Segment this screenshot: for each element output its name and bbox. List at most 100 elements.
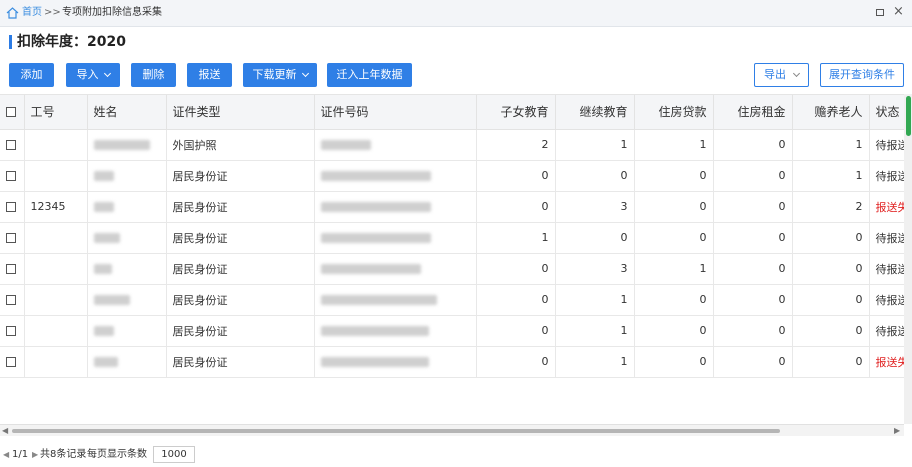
deduction-count: 0 <box>541 262 549 275</box>
table-row[interactable]: 居民身份证 0 1 0 0 0 待报送 <box>0 315 905 347</box>
deduction-count: 0 <box>778 200 786 213</box>
id-type: 居民身份证 <box>172 324 228 338</box>
deduction-count: 0 <box>778 355 786 368</box>
submit-button-label: 报送 <box>198 68 221 81</box>
page-title: 扣除年度：2020 <box>17 34 126 50</box>
id-type: 居民身份证 <box>172 169 228 183</box>
expand-query-button[interactable]: 展开查询条件 <box>820 63 904 87</box>
table-row[interactable]: 居民身份证 0 3 1 0 0 待报送 <box>0 253 905 285</box>
next-page-icon[interactable]: ▶ <box>32 446 38 464</box>
deduction-count: 1 <box>699 138 707 151</box>
deduction-count: 0 <box>855 324 863 337</box>
redacted-name <box>93 326 114 336</box>
column-header[interactable]: 证件号码 <box>314 95 477 130</box>
table-row[interactable]: 12345 居民身份证 0 3 0 0 2 报送失败 <box>0 191 905 223</box>
per-page-input[interactable]: 1000 <box>153 446 195 463</box>
chevron-down-icon <box>301 69 309 78</box>
deduction-count: 0 <box>778 169 786 182</box>
select-all-checkbox[interactable] <box>6 107 16 118</box>
deduction-count: 0 <box>855 262 863 275</box>
submit-button[interactable]: 报送 <box>187 63 232 87</box>
column-header[interactable]: 住房贷款 <box>634 95 714 130</box>
horizontal-scroll-thumb[interactable] <box>12 429 780 433</box>
deduction-count: 1 <box>620 138 628 151</box>
status-text: 待报送 <box>875 324 905 338</box>
scroll-right-icon[interactable]: ▶ <box>894 426 900 435</box>
deduction-count: 0 <box>699 324 707 337</box>
deduction-count: 3 <box>620 262 628 275</box>
export-button[interactable]: 导出 <box>754 63 809 87</box>
redacted-id-number <box>320 326 429 336</box>
table-row[interactable]: 居民身份证 0 1 0 0 0 待报送 <box>0 284 904 316</box>
chevron-down-icon <box>792 69 801 78</box>
redacted-name <box>93 140 150 150</box>
deduction-count: 0 <box>699 200 707 213</box>
redacted-id-number <box>320 264 421 274</box>
breadcrumb-home[interactable]: 首页 <box>22 7 42 19</box>
import-button-label: 导入 <box>76 68 99 81</box>
chevron-down-icon <box>103 69 111 78</box>
deduction-count: 0 <box>620 169 628 182</box>
table-row[interactable]: 居民身份证 0 0 0 0 1 待报送 <box>0 160 904 192</box>
deduction-count: 0 <box>699 231 707 244</box>
redacted-name <box>93 264 112 274</box>
deduction-count: 0 <box>778 231 786 244</box>
table-row[interactable]: 居民身份证 0 1 0 0 0 报送失败 <box>0 346 904 378</box>
status-text: 待报送 <box>875 262 905 276</box>
deduction-count: 1 <box>855 169 863 182</box>
column-header[interactable]: 工号 <box>24 95 88 130</box>
column-header[interactable]: 状态 <box>869 95 904 130</box>
status-text: 报送失败 <box>875 200 905 214</box>
table-row[interactable]: 居民身份证 1 0 0 0 0 待报送 <box>0 222 904 254</box>
import-button[interactable]: 导入 <box>66 63 120 87</box>
row-checkbox[interactable] <box>6 295 16 305</box>
close-icon[interactable]: × <box>893 4 904 20</box>
vertical-scroll-thumb[interactable] <box>906 96 911 136</box>
column-header[interactable]: 子女教育 <box>476 95 556 130</box>
add-button-label: 添加 <box>20 68 43 81</box>
column-header[interactable]: 赡养老人 <box>792 95 870 130</box>
horizontal-scrollbar[interactable]: ◀ ▶ <box>0 424 904 436</box>
prev-page-icon[interactable]: ◀ <box>3 446 9 464</box>
breadcrumb-current: 专项附加扣除信息采集 <box>62 7 162 18</box>
delete-button-label: 删除 <box>142 68 165 81</box>
add-button[interactable]: 添加 <box>9 63 54 87</box>
top-bar: 首页 >> 专项附加扣除信息采集 × <box>0 0 912 27</box>
delete-button[interactable]: 删除 <box>131 63 176 87</box>
row-checkbox[interactable] <box>6 140 16 150</box>
row-checkbox[interactable] <box>6 264 16 274</box>
title-accent-bar <box>9 35 12 49</box>
column-header[interactable]: 继续教育 <box>555 95 635 130</box>
home-icon[interactable] <box>6 7 19 19</box>
deduction-count: 0 <box>541 355 549 368</box>
column-header[interactable]: 证件类型 <box>166 95 315 130</box>
column-header[interactable]: 姓名 <box>87 95 167 130</box>
deduction-count: 2 <box>855 200 863 213</box>
migrate-last-year-button[interactable]: 迁入上年数据 <box>327 63 412 87</box>
redacted-id-number <box>320 140 371 150</box>
row-checkbox[interactable] <box>6 233 16 243</box>
row-checkbox[interactable] <box>6 171 16 181</box>
vertical-scrollbar[interactable] <box>904 94 912 424</box>
scroll-left-icon[interactable]: ◀ <box>2 426 8 435</box>
data-table: 工号 姓名 证件类型 证件号码 子女教育 继续教育 住房贷款 住房租金 赡养老人… <box>0 95 904 378</box>
deduction-count: 1 <box>699 262 707 275</box>
migrate-last-year-label: 迁入上年数据 <box>336 68 403 81</box>
redacted-id-number <box>320 233 431 243</box>
redacted-id-number <box>320 171 431 181</box>
redacted-name <box>93 295 130 305</box>
column-header[interactable]: 住房租金 <box>713 95 793 130</box>
select-all-cell[interactable] <box>0 95 25 130</box>
id-type: 居民身份证 <box>172 293 228 307</box>
table-row[interactable]: 外国护照 2 1 1 0 1 待报送 <box>0 129 904 161</box>
deduction-count: 0 <box>541 169 549 182</box>
row-checkbox[interactable] <box>6 202 16 212</box>
download-update-button[interactable]: 下载更新 <box>243 63 317 87</box>
restore-window-icon[interactable] <box>876 9 884 16</box>
deduction-count: 1 <box>620 355 628 368</box>
row-checkbox[interactable] <box>6 326 16 336</box>
deduction-count: 0 <box>699 293 707 306</box>
total-records: 共8条记录 <box>40 449 87 460</box>
row-checkbox[interactable] <box>6 357 16 367</box>
employee-id: 12345 <box>30 200 66 213</box>
